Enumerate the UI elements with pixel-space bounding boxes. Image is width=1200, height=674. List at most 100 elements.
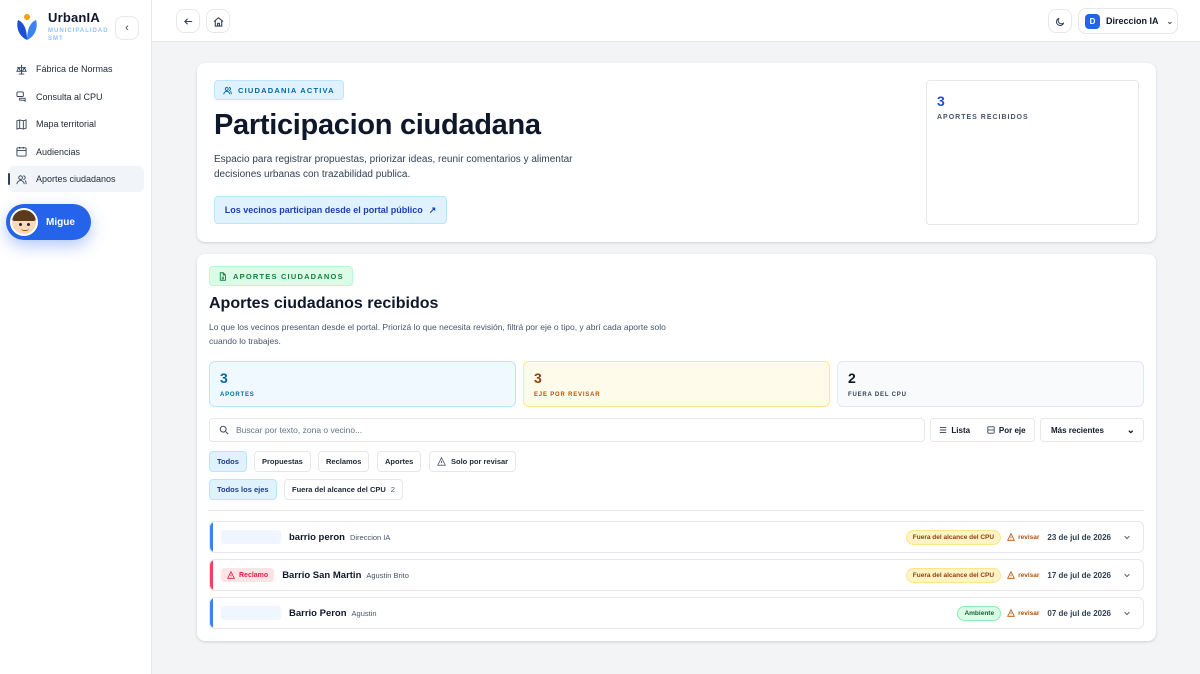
account-menu[interactable]: D Direccion IA ⌄ [1078, 8, 1178, 34]
view-list-button[interactable]: Lista [939, 426, 970, 435]
search-icon [219, 425, 229, 435]
theme-toggle-button[interactable] [1048, 9, 1072, 33]
user-assistant-button[interactable]: Migue [6, 204, 91, 240]
aporte-title: Barrio Peron [289, 607, 347, 619]
hero-description: Espacio para registrar propuestas, prior… [214, 154, 573, 180]
aporte-row[interactable]: Propuesta Barrio Peron Agustin Ambiente … [209, 597, 1144, 629]
calendar-icon [16, 147, 27, 157]
chevron-down-icon: ⌄ [1166, 16, 1174, 26]
collapse-sidebar-button[interactable]: ‹ [115, 16, 139, 40]
sidebar-item-mapa-territorial[interactable]: Mapa territorial [8, 111, 144, 137]
chevron-down-icon: ⌄ [1126, 424, 1135, 436]
users-icon [16, 175, 27, 185]
sidebar-item-label: Mapa territorial [36, 119, 97, 130]
review-label: revisar [1018, 533, 1040, 541]
kpi-value: 2 [848, 370, 856, 386]
sort-select[interactable]: Más recientes ⌄ [1040, 418, 1144, 442]
user-name: Migue [46, 216, 75, 228]
avatar [10, 208, 38, 236]
search-input[interactable]: Buscar por texto, zona o vecino... [209, 418, 925, 442]
moon-icon [1055, 17, 1064, 26]
sidebar-nav: Fábrica de Normas Consulta al CPU Mapa t… [8, 56, 144, 194]
sidebar-item-aportes-ciudadanos[interactable]: Aportes ciudadanos [8, 166, 144, 193]
kpi-eje-por-revisar: 3 EJE POR REVISAR [523, 361, 830, 407]
filter-label: Todos los ejes [217, 485, 269, 494]
expand-button[interactable] [1117, 604, 1131, 622]
kpi-value: 3 [534, 370, 542, 386]
map-icon [16, 118, 27, 130]
sidebar-item-fabrica-de-normas[interactable]: Fábrica de Normas [8, 56, 144, 82]
filter-todos[interactable]: Todos [209, 451, 247, 472]
divider [209, 510, 1144, 511]
sort-value: Más recientes [1051, 425, 1104, 435]
kpi-value: 3 [220, 370, 228, 386]
arrow-left-icon [183, 17, 192, 25]
back-button[interactable] [176, 9, 200, 33]
scale-icon [16, 64, 27, 75]
expand-button[interactable] [1117, 566, 1131, 584]
sidebar-item-label: Audiencias [36, 146, 81, 157]
chevron-down-icon [1124, 535, 1130, 540]
topbar: D Direccion IA ⌄ [152, 0, 1200, 42]
active-indicator [8, 173, 10, 186]
filter-label: Propuestas [262, 457, 303, 466]
sidebar-item-consulta-al-cpu[interactable]: Consulta al CPU [8, 84, 144, 110]
sidebar-item-label: Fábrica de Normas [36, 64, 113, 74]
review-badge: revisar [1007, 533, 1039, 541]
status-badge: Fuera del alcance del CPU [905, 567, 1002, 583]
kpi-aportes: 3 APORTES [209, 361, 516, 407]
kpi-label: APORTES [220, 392, 255, 398]
leaf-logo-icon [17, 14, 37, 40]
review-label: revisar [1018, 609, 1040, 617]
account-avatar: D [1085, 13, 1100, 29]
kpi-label: FUERA DEL CPU [848, 392, 907, 398]
type-tag: Propuesta [221, 606, 281, 620]
review-badge: revisar [1007, 571, 1039, 579]
filter-todos-los-ejes[interactable]: Todos los ejes [209, 479, 277, 500]
account-name: Direccion IA [1106, 16, 1159, 26]
review-badge: revisar [1007, 609, 1039, 617]
filter-label: Solo por revisar [451, 457, 509, 466]
aporte-row[interactable]: Propuesta barrio peron Direccion IA Fuer… [209, 521, 1144, 553]
expand-button[interactable] [1117, 528, 1131, 546]
aporte-title: Barrio San Martin [282, 569, 362, 581]
public-portal-link[interactable]: Los vecinos participan desde el portal p… [214, 196, 447, 224]
hero-badge: CIUDADANIA ACTIVA [214, 80, 344, 100]
brand-name: UrbanIA [48, 10, 100, 25]
aportes-badge-label: APORTES CIUDADANOS [233, 271, 344, 281]
document-icon [219, 271, 226, 281]
review-label: revisar [1018, 571, 1040, 579]
view-by-axis-button[interactable]: Por eje [987, 426, 1026, 435]
row-accent [210, 598, 213, 628]
brand-subtitle: MUNICIPALIDAD SMT [48, 28, 109, 42]
filter-solo-por-revisar[interactable]: Solo por revisar [429, 451, 517, 472]
type-tag-label: Reclamo [239, 571, 269, 579]
section-title: Aportes ciudadanos recibidos [209, 295, 439, 312]
warning-icon [1007, 533, 1016, 541]
chevron-down-icon [1124, 573, 1130, 578]
home-icon [213, 16, 223, 27]
kpi-label: EJE POR REVISAR [534, 392, 601, 398]
received-stat-value: 3 [937, 93, 945, 109]
filter-label: Reclamos [326, 457, 362, 466]
type-tag-label: Propuesta [227, 533, 262, 541]
home-button[interactable] [206, 9, 230, 33]
aporte-row[interactable]: Reclamo Barrio San Martin Agustin Brito … [209, 559, 1144, 591]
row-accent [210, 560, 213, 590]
warning-icon [1007, 571, 1016, 579]
view-list-label: Lista [951, 425, 971, 435]
chevron-down-icon [1124, 611, 1130, 616]
sidebar-item-audiencias[interactable]: Audiencias [8, 139, 144, 165]
filter-fuera-del-alcance[interactable]: Fuera del alcance del CPU 2 [284, 479, 403, 500]
aportes-badge: APORTES CIUDADANOS [209, 266, 353, 286]
filter-label: Todos [217, 457, 239, 466]
search-placeholder: Buscar por texto, zona o vecino... [236, 425, 363, 435]
filter-reclamos[interactable]: Reclamos [318, 451, 370, 472]
view-toggle: Lista Por eje [930, 418, 1035, 442]
sidebar: UrbanIA MUNICIPALIDAD SMT ‹ Fábrica de N… [0, 0, 152, 674]
filter-propuestas[interactable]: Propuestas [254, 451, 311, 472]
aporte-author: Direccion IA [349, 532, 391, 542]
filter-aportes[interactable]: Aportes [377, 451, 422, 472]
filter-label: Aportes [385, 457, 414, 466]
warning-icon [1007, 609, 1016, 617]
